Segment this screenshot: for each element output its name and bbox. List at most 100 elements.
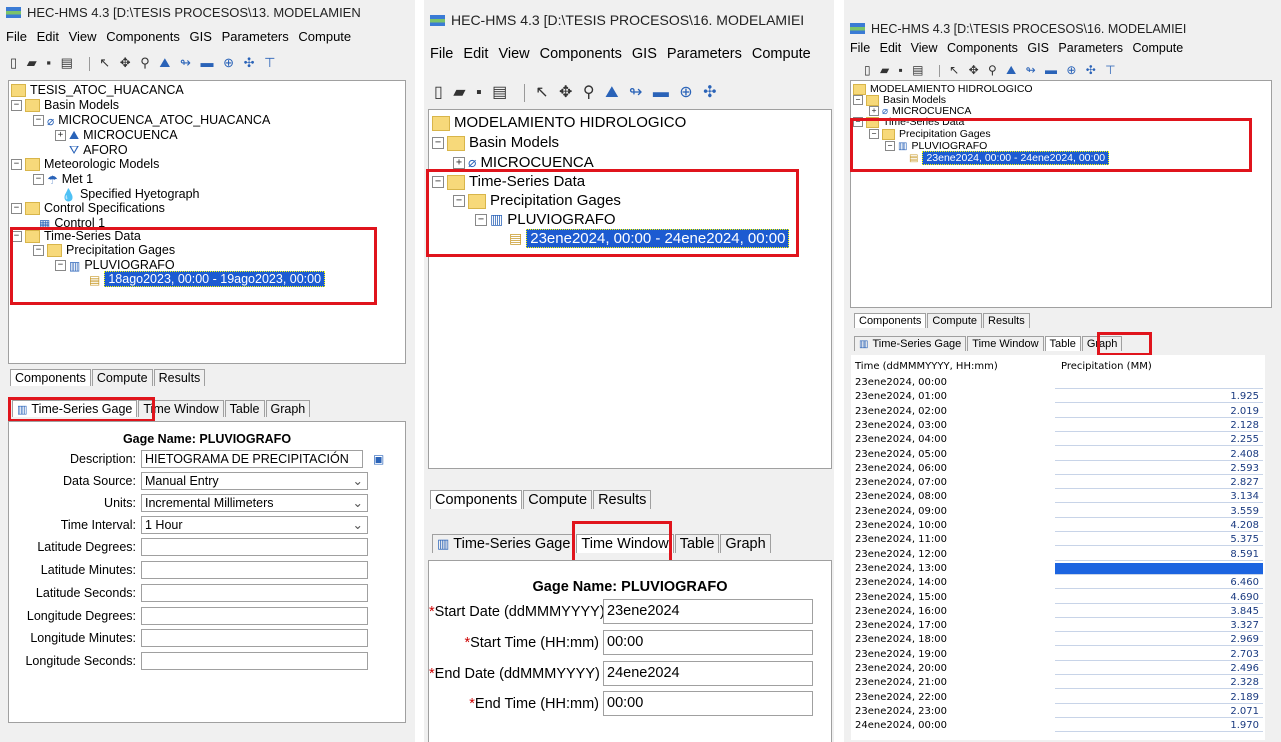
reservoir-tool-icon[interactable]: ▬ xyxy=(653,84,669,102)
precipitation-cell[interactable]: 2.019 xyxy=(1055,406,1263,418)
tree-node-basin-models[interactable]: − Basin Models xyxy=(11,98,119,113)
collapse-icon[interactable]: − xyxy=(33,174,44,186)
collapse-icon[interactable]: − xyxy=(11,203,22,215)
tree-node-basin-models[interactable]: − Basin Models xyxy=(432,134,559,151)
precipitation-cell[interactable]: 2.593 xyxy=(1055,463,1263,475)
new-file-icon[interactable]: ▯ xyxy=(434,82,443,102)
print-icon[interactable]: ▤ xyxy=(61,55,73,71)
precipitation-cell[interactable]: 2.827 xyxy=(1055,477,1263,490)
source-tool-icon[interactable]: ⊕ xyxy=(679,82,692,102)
save-icon[interactable]: ▪ xyxy=(899,63,903,77)
table-row[interactable]: 23ene2024, 18:00 2.969 xyxy=(851,634,1265,647)
subbasin-tool-icon[interactable]: ⛰ xyxy=(159,55,170,71)
menu-view[interactable]: View xyxy=(498,46,529,62)
precipitation-cell[interactable]: 2.255 xyxy=(1055,434,1263,447)
menu-compute[interactable]: Compute xyxy=(298,29,351,44)
collapse-icon[interactable]: − xyxy=(11,100,22,112)
table-row[interactable]: 24ene2024, 00:00 1.970 xyxy=(851,720,1265,733)
units-select[interactable]: Incremental Millimeters ⌄ xyxy=(141,494,368,512)
table-row[interactable]: 23ene2024, 19:00 2.703 xyxy=(851,649,1265,661)
precipitation-cell[interactable] xyxy=(1055,377,1263,389)
expand-icon[interactable]: + xyxy=(453,157,465,170)
menu-parameters[interactable]: Parameters xyxy=(667,46,742,62)
reservoir-tool-icon[interactable]: ▬ xyxy=(1045,63,1057,77)
precipitation-cell[interactable]: 3.327 xyxy=(1055,620,1263,633)
precipitation-cell[interactable]: 3.559 xyxy=(1055,506,1263,518)
description-edit-icon[interactable]: ▣ xyxy=(373,452,384,466)
save-icon[interactable]: ▪ xyxy=(46,55,51,70)
print-icon[interactable]: ▤ xyxy=(912,63,923,77)
menu-file[interactable]: File xyxy=(430,46,453,62)
table-row[interactable]: 23ene2024, 13:00 22.757 xyxy=(851,562,1265,575)
menu-parameters[interactable]: Parameters xyxy=(222,29,289,44)
start-time-input[interactable]: 00:00 xyxy=(603,630,813,655)
data-source-select[interactable]: Manual Entry ⌄ xyxy=(141,472,368,490)
tab-components[interactable]: Components xyxy=(10,369,91,386)
junction-tool-icon[interactable]: ✣ xyxy=(703,82,716,102)
table-row[interactable]: 23ene2024, 21:00 2.328 xyxy=(851,677,1265,690)
expand-icon[interactable]: + xyxy=(55,130,66,142)
table-row[interactable]: 23ene2024, 17:00 3.327 xyxy=(851,620,1265,633)
menu-gis[interactable]: GIS xyxy=(632,46,657,62)
open-folder-icon[interactable]: ▰ xyxy=(27,55,37,71)
tab-compute[interactable]: Compute xyxy=(927,313,983,328)
menu-edit[interactable]: Edit xyxy=(463,46,488,62)
menu-components[interactable]: Components xyxy=(540,46,622,62)
menu-components[interactable]: Components xyxy=(947,41,1018,55)
table-row[interactable]: 23ene2024, 04:00 2.255 xyxy=(851,434,1265,447)
tree-node-met-method[interactable]: 💧 Specified Hyetograph xyxy=(61,187,199,202)
reach-tool-icon[interactable]: ↬ xyxy=(1026,63,1036,77)
zoom-icon[interactable]: ⚲ xyxy=(988,63,997,77)
menu-gis[interactable]: GIS xyxy=(190,29,212,44)
menu-compute[interactable]: Compute xyxy=(752,46,811,62)
table-row[interactable]: 23ene2024, 10:00 4.208 xyxy=(851,520,1265,532)
collapse-icon[interactable]: − xyxy=(33,115,44,127)
precipitation-cell[interactable]: 22.757 xyxy=(1055,562,1263,575)
table-row[interactable]: 23ene2024, 07:00 2.827 xyxy=(851,477,1265,490)
precipitation-cell[interactable]: 2.071 xyxy=(1055,706,1263,718)
reach-tool-icon[interactable]: ↬ xyxy=(629,82,642,102)
precipitation-cell[interactable]: 1.970 xyxy=(1055,720,1263,733)
description-input[interactable]: HIETOGRAMA DE PRECIPITACIÓN xyxy=(141,450,363,468)
tree-node-project[interactable]: TESIS_ATOC_HUACANCA xyxy=(11,83,184,98)
precipitation-cell[interactable]: 3.134 xyxy=(1055,491,1263,504)
tree-node-met-models[interactable]: − Meteorologic Models xyxy=(11,157,159,172)
collapse-icon[interactable]: − xyxy=(432,137,444,150)
latitude-seconds-input[interactable] xyxy=(141,584,368,602)
print-icon[interactable]: ▤ xyxy=(492,82,507,102)
tab-table[interactable]: Table xyxy=(674,534,720,553)
table-row[interactable]: 23ene2024, 15:00 4.690 xyxy=(851,592,1265,604)
reach-tool-icon[interactable]: ↬ xyxy=(180,55,191,71)
diversion-tool-icon[interactable]: ⊤ xyxy=(264,55,275,71)
menu-gis[interactable]: GIS xyxy=(1027,41,1049,55)
tab-results[interactable]: Results xyxy=(593,490,652,509)
tab-results[interactable]: Results xyxy=(983,313,1030,328)
table-row[interactable]: 23ene2024, 03:00 2.128 xyxy=(851,420,1265,432)
tree-node-project[interactable]: MODELAMIENTO HIDROLOGICO xyxy=(432,114,686,131)
end-date-input[interactable]: 24ene2024 xyxy=(603,661,813,686)
tab-components[interactable]: Components xyxy=(430,490,523,509)
menu-components[interactable]: Components xyxy=(106,29,180,44)
precipitation-cell[interactable]: 4.690 xyxy=(1055,592,1263,604)
table-row[interactable]: 23ene2024, 05:00 2.408 xyxy=(851,449,1265,461)
new-file-icon[interactable]: ▯ xyxy=(10,55,17,71)
save-icon[interactable]: ▪ xyxy=(476,84,482,102)
precipitation-cell[interactable]: 2.703 xyxy=(1055,649,1263,661)
tab-compute[interactable]: Compute xyxy=(91,369,153,386)
tab-results[interactable]: Results xyxy=(153,369,206,386)
table-row[interactable]: 23ene2024, 23:00 2.071 xyxy=(851,706,1265,718)
precipitation-cell[interactable]: 2.328 xyxy=(1055,677,1263,690)
precipitation-cell[interactable]: 2.128 xyxy=(1055,420,1263,432)
diversion-tool-icon[interactable]: ⊤ xyxy=(1105,63,1115,77)
tab-graph[interactable]: Graph xyxy=(720,534,771,553)
tab-time-window[interactable]: Time Window xyxy=(967,336,1044,351)
open-folder-icon[interactable]: ▰ xyxy=(880,63,889,77)
menu-file[interactable]: File xyxy=(6,29,27,44)
time-interval-select[interactable]: 1 Hour ⌄ xyxy=(141,516,368,534)
tab-components[interactable]: Components xyxy=(854,313,927,328)
tab-time-series-gage[interactable]: ▥ Time-Series Gage xyxy=(432,534,576,553)
precipitation-cell[interactable]: 8.591 xyxy=(1055,549,1263,561)
table-row[interactable]: 23ene2024, 06:00 2.593 xyxy=(851,463,1265,475)
table-row[interactable]: 23ene2024, 20:00 2.496 xyxy=(851,663,1265,675)
precipitation-cell[interactable]: 4.208 xyxy=(1055,520,1263,532)
